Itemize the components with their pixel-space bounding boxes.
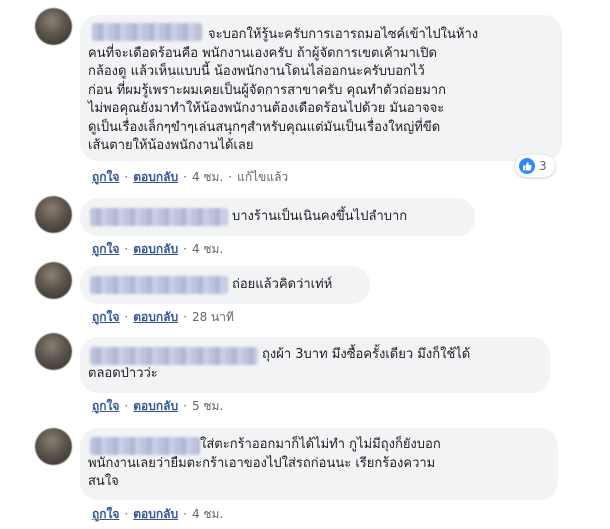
comment-bubble: จะบอกให้รู้นะครับการเอารถมอไซค์เข้าไปในห… — [80, 15, 562, 161]
reply-link[interactable]: ตอบกลับ — [133, 170, 178, 184]
comment-actions: ถูกใจ · ตอบกลับ · 4 ชม. · แก้ไขแล้ว — [92, 170, 289, 184]
commenter-name-blurred[interactable] — [90, 208, 228, 226]
like-link[interactable]: ถูกใจ — [92, 507, 119, 521]
reaction-count: 3 — [539, 159, 547, 173]
reply-link[interactable]: ตอบกลับ — [133, 310, 178, 324]
avatar[interactable] — [35, 262, 72, 299]
comment-bubble: ใส่ตะกร้าออกมาก็ได้ไม่ทำ กูไม่มีถุงก็ยัง… — [80, 428, 558, 500]
timestamp[interactable]: 4 ชม. — [192, 507, 223, 521]
reply-link[interactable]: ตอบกลับ — [133, 242, 178, 256]
timestamp[interactable]: 28 นาที — [192, 310, 234, 324]
comment-actions: ถูกใจ · ตอบกลับ · 4 ชม. — [92, 507, 224, 521]
avatar[interactable] — [35, 428, 72, 465]
edited-label[interactable]: แก้ไขแล้ว — [237, 170, 288, 184]
avatar[interactable] — [35, 8, 72, 45]
comment-text: ถุงผ้า 3บาท มึงซื้อครั้งเดียว มึงก็ใช้ได… — [88, 347, 471, 381]
comment-bubble: ถ่อยแล้วคิดว่าเท่ห์ — [80, 266, 370, 304]
like-link[interactable]: ถูกใจ — [92, 242, 119, 256]
like-icon — [519, 158, 535, 174]
like-link[interactable]: ถูกใจ — [92, 399, 119, 413]
comment-bubble: ถุงผ้า 3บาท มึงซื้อครั้งเดียว มึงก็ใช้ได… — [80, 337, 550, 393]
comment-actions: ถูกใจ · ตอบกลับ · 28 นาที — [92, 310, 234, 324]
avatar[interactable] — [35, 333, 72, 370]
timestamp[interactable]: 4 ชม. — [192, 170, 223, 184]
avatar[interactable] — [35, 196, 72, 233]
comment-text: ถ่อยแล้วคิดว่าเท่ห์ — [232, 277, 333, 292]
comment-text: บางร้านเป็นเนินคงขึ้นไปลำบาก — [232, 209, 408, 224]
comment-actions: ถูกใจ · ตอบกลับ · 5 ชม. — [92, 399, 224, 413]
timestamp[interactable]: 5 ชม. — [192, 399, 223, 413]
like-link[interactable]: ถูกใจ — [92, 310, 119, 324]
timestamp[interactable]: 4 ชม. — [192, 242, 223, 256]
comment-text: จะบอกให้รู้นะครับการเอารถมอไซค์เข้าไปในห… — [88, 27, 479, 153]
reaction-count-badge[interactable]: 3 — [515, 155, 555, 177]
reply-link[interactable]: ตอบกลับ — [133, 399, 178, 413]
comment-text: ใส่ตะกร้าออกมาก็ได้ไม่ทำ กูไม่มีถุงก็ยัง… — [88, 437, 441, 489]
like-link[interactable]: ถูกใจ — [92, 170, 119, 184]
reply-link[interactable]: ตอบกลับ — [133, 507, 178, 521]
comment-bubble: บางร้านเป็นเนินคงขึ้นไปลำบาก — [80, 198, 475, 236]
comment-actions: ถูกใจ · ตอบกลับ · 4 ชม. — [92, 242, 224, 256]
commenter-name-blurred[interactable] — [90, 276, 228, 294]
